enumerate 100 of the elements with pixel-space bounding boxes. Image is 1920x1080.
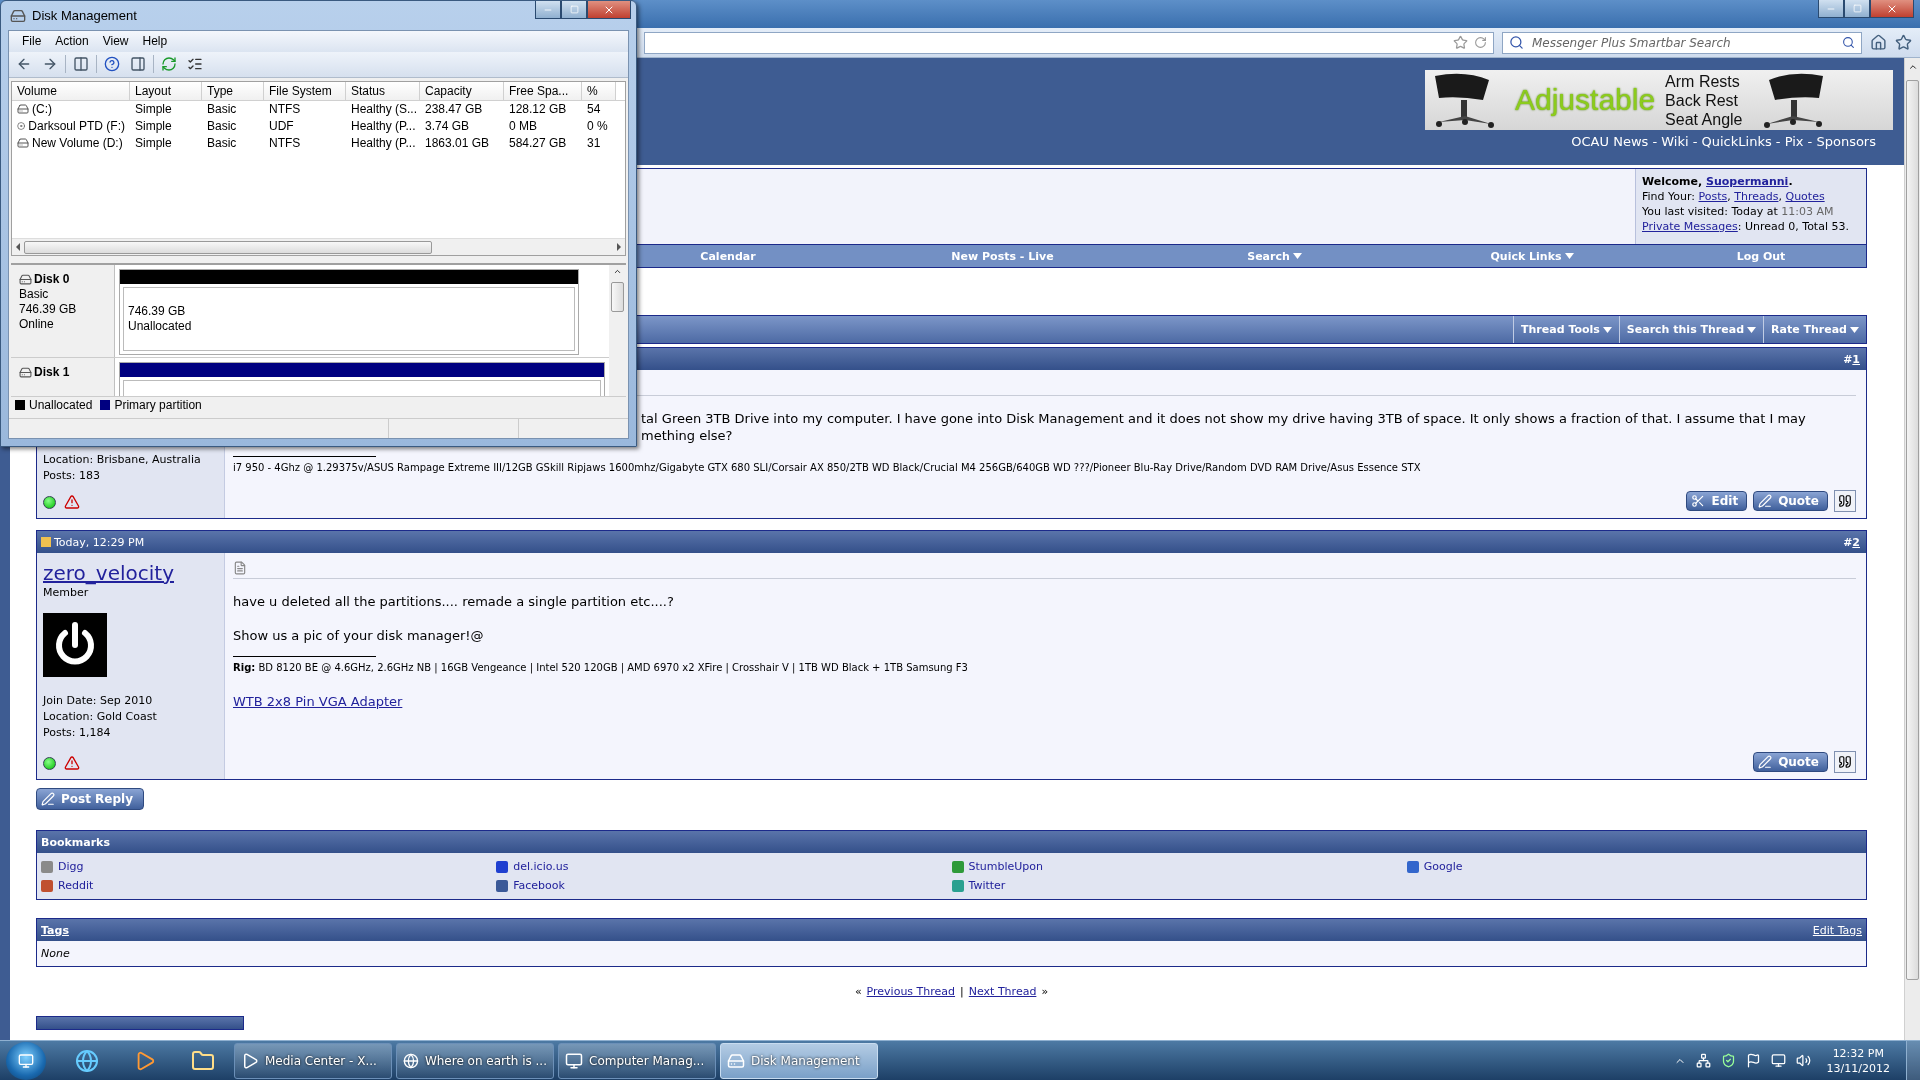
- scrollbar-thumb[interactable]: [1906, 80, 1919, 980]
- bookmark-link[interactable]: Google: [1406, 859, 1463, 874]
- bookmark-link[interactable]: StumbleUpon: [951, 859, 1044, 874]
- caret-icon: [1850, 326, 1859, 333]
- post-number: #2: [1843, 535, 1860, 549]
- drive-icon: [19, 273, 32, 287]
- next-thread-link[interactable]: Next Thread: [968, 985, 1037, 998]
- network-icon[interactable]: [1695, 1053, 1711, 1068]
- flag-icon[interactable]: [1745, 1053, 1761, 1068]
- column-header[interactable]: Free Spa...: [504, 81, 582, 100]
- taskbar-button[interactable]: Where on earth is ...: [396, 1042, 554, 1079]
- menu-item[interactable]: File: [15, 34, 49, 49]
- top-links[interactable]: OCAU News - Wiki - QuickLinks - Pix - Sponsors: [1571, 134, 1876, 149]
- quote-button[interactable]: Quote: [1753, 491, 1828, 511]
- column-header[interactable]: %: [582, 81, 616, 100]
- window-title: Disk Management: [32, 8, 138, 23]
- drive-icon: [19, 366, 32, 380]
- taskbar-button[interactable]: Computer Manag...: [558, 1042, 716, 1079]
- tags-link[interactable]: Tags: [41, 923, 69, 937]
- disk-name: Disk 0: [19, 272, 106, 288]
- ad-text: Arm Rests Back Rest Seat Angle: [1665, 71, 1743, 129]
- column-header[interactable]: File System: [264, 81, 346, 100]
- star-icon: [1453, 35, 1468, 50]
- partition[interactable]: 746.39 GB Unallocated: [119, 269, 579, 356]
- username-link[interactable]: Suopermanni: [1706, 175, 1789, 188]
- address-field[interactable]: [644, 31, 1494, 54]
- ad-headline: Adjustable: [1515, 83, 1656, 117]
- bookmarks-title: Bookmarks: [41, 835, 110, 849]
- signature-text: i7 950 - 4Ghz @ 1.29375v/ASUS Rampage Extreme III/12GB GSkill Ripjaws 1600mhz/Gigabyte GTX 680 SLI/Corsair AX 850/2TB WD Black/Crucial M4 256GB/640GB WD ???/Pioneer Blu-Ray Drive/Random DVD RAM Drive/Asus Essence STX: [233, 461, 1422, 475]
- user-info: Location: Brisbane, Australia: [43, 452, 202, 468]
- search-field[interactable]: Messenger Plus Smartbar Search: [1502, 31, 1862, 54]
- table-cell: New Volume (D:): [12, 136, 130, 151]
- minimize-button[interactable]: [535, 1, 561, 19]
- refresh-icon: [161, 56, 177, 73]
- table-cell-text: NTFS: [268, 136, 302, 151]
- pen-icon: [41, 792, 55, 806]
- tags-value: None: [41, 947, 70, 960]
- menu-item[interactable]: Action: [48, 34, 96, 49]
- home-icon[interactable]: [1870, 34, 1887, 51]
- thread-menu[interactable]: Thread Tools: [1513, 316, 1619, 343]
- scrollbar[interactable]: [1904, 58, 1920, 1040]
- maximize-button[interactable]: [561, 1, 587, 19]
- bookmark-link[interactable]: Digg: [41, 859, 84, 874]
- minimize-button[interactable]: [1818, 0, 1844, 18]
- column-header[interactable]: Status: [346, 81, 420, 100]
- user-info: Posts: 1,184: [43, 725, 112, 741]
- quote-button[interactable]: Quote: [1753, 752, 1828, 772]
- column-header[interactable]: Layout: [130, 81, 202, 100]
- multi-quote-button[interactable]: [1834, 751, 1856, 773]
- scrollbar[interactable]: [12, 238, 625, 256]
- maximize-button[interactable]: [1844, 0, 1870, 18]
- post-number-link[interactable]: 1: [1852, 352, 1860, 366]
- edit-button[interactable]: Edit: [1686, 491, 1748, 511]
- column-header[interactable]: Capacity: [420, 81, 504, 100]
- signature-link[interactable]: WTB 2x8 Pin VGA Adapter: [233, 693, 403, 710]
- table-cell-text: 54: [586, 102, 602, 117]
- close-button[interactable]: [1870, 0, 1914, 18]
- bookmark-link[interactable]: Facebook: [496, 878, 565, 893]
- column-header[interactable]: Type: [202, 81, 264, 100]
- table-cell-text: 0 MB: [508, 119, 538, 134]
- quote-icon: [1838, 755, 1852, 769]
- bookmarks-icon[interactable]: [1895, 34, 1912, 51]
- scrollbar[interactable]: [609, 265, 626, 397]
- disk-detail: 746.39 GB: [19, 302, 78, 318]
- scrollbar-thumb[interactable]: [611, 282, 624, 313]
- show-desktop-button[interactable]: [1906, 1040, 1920, 1080]
- post-reply-button[interactable]: Post Reply: [36, 788, 144, 810]
- monitor-icon[interactable]: [1770, 1053, 1786, 1068]
- column-header[interactable]: Volume: [12, 81, 130, 100]
- close-button[interactable]: [587, 1, 631, 19]
- panel-icon: [73, 56, 89, 73]
- multi-quote-button[interactable]: [1834, 490, 1856, 512]
- clock[interactable]: 12:32 PM 13/11/2012: [1820, 1045, 1896, 1076]
- shield-icon[interactable]: [1720, 1053, 1736, 1068]
- monitor-icon: [565, 1051, 583, 1070]
- scrollbar-thumb[interactable]: [24, 240, 432, 254]
- warning-icon[interactable]: [64, 755, 80, 771]
- find-link[interactable]: Quotes: [1785, 190, 1825, 203]
- post-number-link[interactable]: 2: [1852, 535, 1860, 549]
- start-button[interactable]: [6, 1041, 46, 1080]
- edit-tags-link[interactable]: Edit Tags: [1812, 923, 1862, 937]
- quote-mark: «: [854, 985, 862, 998]
- thread-menu[interactable]: Search this Thread: [1618, 316, 1764, 343]
- warning-icon[interactable]: [64, 494, 80, 510]
- menu-item[interactable]: Help: [135, 34, 175, 49]
- menu-item[interactable]: View: [95, 34, 136, 49]
- thread-menu[interactable]: Rate Thread: [1763, 316, 1866, 343]
- previous-thread-link[interactable]: Previous Thread: [866, 985, 956, 998]
- disk-detail: Online: [19, 317, 55, 333]
- maximize-icon: [1852, 4, 1862, 13]
- search-icon: [1842, 36, 1855, 49]
- table-cell-text: Healthy (S...: [350, 102, 419, 117]
- username-link[interactable]: zero_velocity: [43, 561, 218, 585]
- taskbar-button[interactable]: Media Center - X...: [234, 1042, 392, 1079]
- bookmark-link[interactable]: Twitter: [951, 878, 1006, 893]
- volume-icon[interactable]: [1795, 1053, 1811, 1068]
- bookmark-link[interactable]: del.icio.us: [496, 859, 569, 874]
- post-text: have u deleted all the partitions.... remade a single partition etc....?: [233, 593, 675, 610]
- bookmark-link[interactable]: Reddit: [41, 878, 94, 893]
- private-messages-link[interactable]: Private Messages: [1642, 220, 1738, 233]
